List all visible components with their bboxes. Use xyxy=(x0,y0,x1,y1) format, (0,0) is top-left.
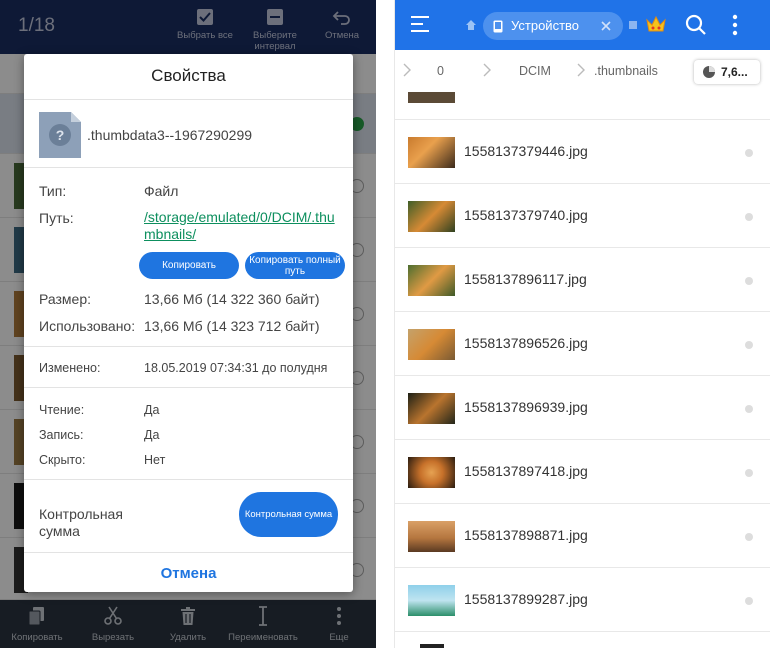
thumbnail-image xyxy=(408,457,455,488)
size-label: Размер: xyxy=(39,291,92,307)
read-value: Да xyxy=(144,403,160,417)
app-toolbar: Устройство xyxy=(395,0,770,50)
file-name: 1558137897418.jpg xyxy=(464,463,588,479)
size-value: 13,66 Мб (14 322 360 байт) xyxy=(144,291,320,307)
thumbnail-image xyxy=(408,585,455,616)
type-label: Тип: xyxy=(39,183,67,199)
thumbnail-image xyxy=(408,393,455,424)
chevron-right-icon xyxy=(483,63,491,77)
breadcrumb-item-dcim[interactable]: DCIM xyxy=(519,64,551,78)
file-name: .thumbdata3--1967290299 xyxy=(87,127,253,143)
properties-dialog: Свойства ? .thumbdata3--1967290299 Тип: … xyxy=(24,54,353,592)
chevron-right-icon xyxy=(577,63,585,77)
thumbnail-image xyxy=(408,521,455,552)
left-pane: 1/18 Выбрать все Выберите интервал Отмен… xyxy=(0,0,376,648)
list-item[interactable]: 1558137896117.jpg xyxy=(395,248,770,312)
file-name: 1558137896939.jpg xyxy=(464,399,588,415)
unknown-file-icon: ? xyxy=(39,112,81,158)
select-dot[interactable] xyxy=(745,597,753,605)
select-dot[interactable] xyxy=(745,405,753,413)
select-dot[interactable] xyxy=(745,533,753,541)
modified-value: 18.05.2019 07:34:31 до полудня xyxy=(144,361,328,375)
storage-chip-label: 7,6... xyxy=(721,65,748,79)
list-item[interactable]: 1558137379446.jpg xyxy=(395,120,770,184)
partial-thumbnail xyxy=(420,644,444,648)
divider xyxy=(24,167,353,168)
read-label: Чтение: xyxy=(39,403,85,417)
pie-chart-icon xyxy=(703,66,715,78)
hidden-value: Нет xyxy=(144,453,166,467)
thumbnail-image xyxy=(408,137,455,168)
phone-icon xyxy=(493,20,503,33)
type-value: Файл xyxy=(144,183,179,199)
select-dot[interactable] xyxy=(745,341,753,349)
thumbnail-image xyxy=(408,265,455,296)
thumbnail-image xyxy=(408,201,455,232)
select-dot[interactable] xyxy=(745,149,753,157)
tab-indicator xyxy=(629,21,637,29)
file-name: 1558137896117.jpg xyxy=(464,271,587,287)
cancel-button[interactable]: Отмена xyxy=(24,554,353,592)
write-value: Да xyxy=(144,428,160,442)
copy-path-button[interactable]: Копировать xyxy=(139,252,239,279)
used-label: Использовано: xyxy=(39,318,136,334)
list-item[interactable]: 1558137896939.jpg xyxy=(395,376,770,440)
divider xyxy=(24,99,353,100)
home-icon[interactable] xyxy=(465,19,477,31)
menu-icon[interactable] xyxy=(409,15,431,33)
checksum-label: Контрольная сумма xyxy=(39,506,123,539)
used-value: 13,66 Мб (14 323 712 байт) xyxy=(144,318,320,334)
svg-text:?: ? xyxy=(56,127,65,143)
list-item[interactable]: 1558137896526.jpg xyxy=(395,312,770,376)
modified-label: Изменено: xyxy=(39,361,101,375)
file-name: 1558137379740.jpg xyxy=(464,207,588,223)
select-dot[interactable] xyxy=(745,277,753,285)
list-item[interactable]: 1558137897418.jpg xyxy=(395,440,770,504)
storage-chip[interactable]: 7,6... xyxy=(694,60,760,84)
breadcrumb-item-thumbnails[interactable]: .thumbnails xyxy=(594,64,658,78)
device-label: Устройство xyxy=(511,18,580,33)
select-dot[interactable] xyxy=(745,213,753,221)
more-vertical-icon[interactable] xyxy=(732,14,738,36)
divider xyxy=(24,479,353,480)
list-item[interactable]: 1558137379740.jpg xyxy=(395,184,770,248)
file-name: 1558137379446.jpg xyxy=(464,143,588,159)
select-dot[interactable] xyxy=(745,469,753,477)
chevron-right-icon xyxy=(403,63,411,77)
checksum-button[interactable]: Контрольная сумма xyxy=(239,492,338,537)
crown-icon[interactable] xyxy=(645,14,667,34)
file-name: 1558137898871.jpg xyxy=(464,527,588,543)
thumbnail-image xyxy=(408,329,455,360)
device-tab[interactable]: Устройство xyxy=(483,12,623,40)
partial-thumbnail xyxy=(408,92,455,103)
search-icon[interactable] xyxy=(685,14,707,36)
file-name: 1558137899287.jpg xyxy=(464,591,588,607)
path-link[interactable]: /storage/emulated/0/DCIM/.thumbnails/ xyxy=(144,209,344,243)
breadcrumb-item-root[interactable]: 0 xyxy=(437,64,444,78)
right-pane: Устройство 0 DCIM .thumbnails 7,6... 155… xyxy=(394,0,770,648)
close-icon[interactable] xyxy=(601,21,611,31)
write-label: Запись: xyxy=(39,428,84,442)
divider xyxy=(24,387,353,388)
list-item[interactable]: 1558137898871.jpg xyxy=(395,504,770,568)
list-item[interactable]: 1558137899287.jpg xyxy=(395,568,770,632)
hidden-label: Скрыто: xyxy=(39,453,86,467)
divider xyxy=(24,346,353,347)
breadcrumb: 0 DCIM .thumbnails 7,6... xyxy=(395,50,770,92)
path-label: Путь: xyxy=(39,210,74,226)
copy-full-path-button[interactable]: Копировать полный путь xyxy=(245,252,345,279)
dialog-title: Свойства xyxy=(151,66,226,85)
file-name: 1558137896526.jpg xyxy=(464,335,588,351)
divider xyxy=(24,552,353,553)
